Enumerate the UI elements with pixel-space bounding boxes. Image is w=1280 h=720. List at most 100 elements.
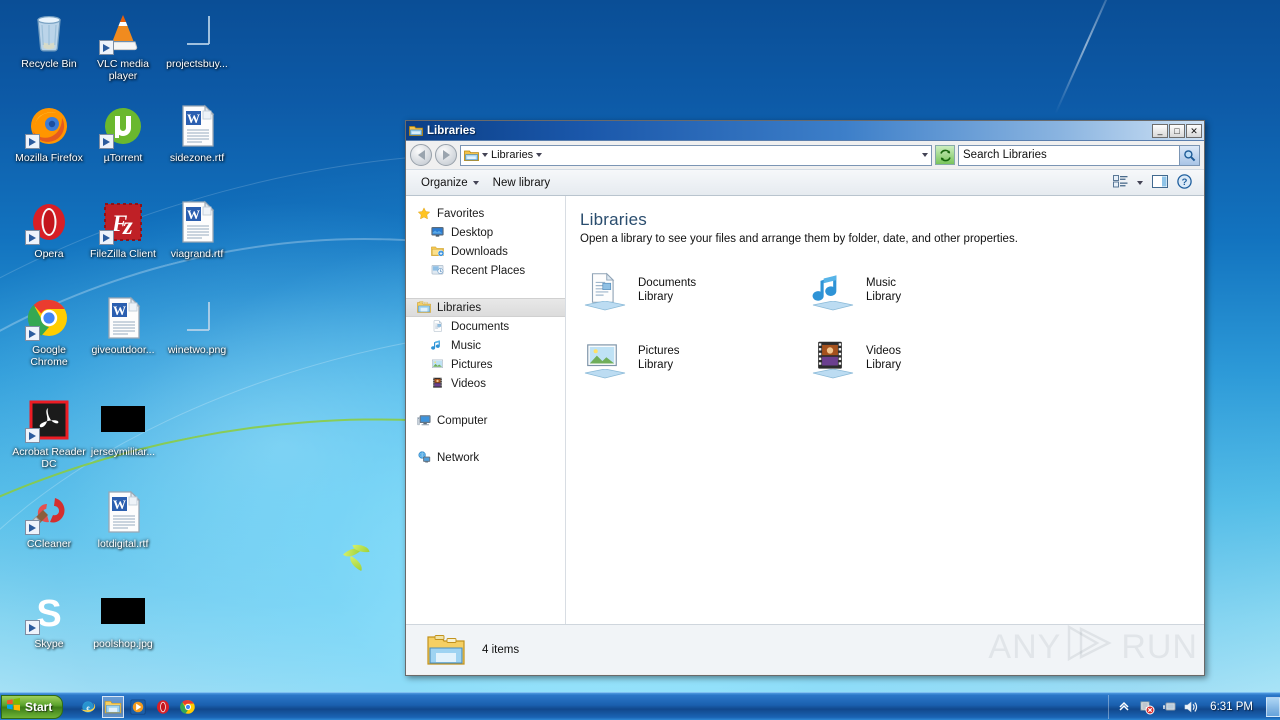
sidebar-item-recent-places[interactable]: Recent Places (406, 261, 565, 280)
chevron-down-icon[interactable] (536, 153, 543, 157)
library-tile-kind: Library (866, 291, 902, 303)
organize-button[interactable]: Organize (414, 174, 486, 192)
sidebar-item-network[interactable]: Network (406, 448, 565, 467)
desktop-icon-sidezone-rtf[interactable]: Wsidezone.rtf (160, 102, 234, 164)
desktop-icon-torrent[interactable]: µTorrent (86, 102, 160, 164)
svg-text:W: W (187, 207, 200, 222)
library-tile-documents[interactable]: Documents Library (580, 267, 808, 313)
search-box[interactable] (958, 144, 1200, 166)
breadcrumb[interactable]: Libraries (460, 144, 932, 166)
new-library-button[interactable]: New library (486, 174, 558, 192)
desktop-icon-filezilla-client[interactable]: Fz FileZilla Client (86, 198, 160, 260)
command-bar[interactable]: Organize New library ? (406, 169, 1204, 196)
refresh-icon[interactable] (935, 145, 955, 165)
sidebar-item-favorites[interactable]: Favorites (406, 204, 565, 223)
taskbar-clock[interactable]: 6:31 PM (1205, 701, 1258, 713)
sidebar-item-downloads[interactable]: Downloads (406, 242, 565, 261)
watermark-right-text: RUN (1121, 628, 1198, 666)
desktop-icon-acrobat-reader-dc[interactable]: Acrobat Reader DC (12, 396, 86, 470)
window-title-bar[interactable]: Libraries – □ ✕ (406, 121, 1204, 141)
desktop-icon-projectsbuy[interactable]: projectsbuy... (160, 8, 234, 70)
sidebar-item-libraries[interactable]: Libraries (406, 298, 565, 317)
desktop-icon-lotdigital-rtf[interactable]: Wlotdigital.rtf (86, 488, 160, 550)
desktop-icon-skype[interactable]: S Skype (12, 588, 86, 650)
navigation-pane[interactable]: Favorites Desktop Downloads Recent Places Li… (406, 196, 566, 624)
desktop-icon-opera[interactable]: Opera (12, 198, 86, 260)
play-triangle-icon (1063, 623, 1119, 672)
minimize-button[interactable]: – (1152, 123, 1168, 139)
address-history-dropdown-icon[interactable] (922, 153, 928, 157)
desktop-icon-ccleaner[interactable]: CCleaner (12, 488, 86, 550)
page-subtitle: Open a library to see your files and arr… (580, 233, 1018, 245)
desktop-icon-jerseymilitar[interactable]: jerseymilitar... (86, 396, 160, 458)
content-pane[interactable]: Libraries Open a library to see your fil… (566, 196, 1204, 624)
volume-icon[interactable] (1183, 699, 1199, 715)
back-arrow-icon[interactable] (410, 144, 432, 166)
desktop-icon-label: Google Chrome (30, 344, 68, 368)
show-hidden-icons-icon[interactable] (1117, 699, 1133, 715)
status-bar: 4 items ANY RUN (406, 624, 1204, 674)
forward-arrow-icon[interactable] (435, 144, 457, 166)
desktop-icon-giveoutdoor[interactable]: Wgiveoutdoor... (86, 294, 160, 356)
system-tray[interactable]: 6:31 PM (1108, 694, 1262, 719)
search-icon[interactable] (1179, 145, 1199, 165)
change-view-icon[interactable] (1113, 174, 1128, 191)
show-desktop-button[interactable] (1266, 696, 1280, 717)
sidebar-item-desktop[interactable]: Desktop (406, 223, 565, 242)
black-thumbnail-icon (99, 588, 147, 636)
libraries-folder-icon (464, 149, 479, 162)
sidebar-item-documents[interactable]: Documents (406, 317, 565, 336)
watermark-left-text: ANY (988, 628, 1062, 666)
desktop-icon-poolshop-jpg[interactable]: poolshop.jpg (86, 588, 160, 650)
music-library-icon (430, 338, 446, 353)
library-tile-name: Pictures (638, 345, 680, 357)
maximize-button[interactable]: □ (1169, 123, 1185, 138)
breadcrumb-label[interactable]: Libraries (491, 149, 533, 161)
search-input[interactable] (963, 149, 1179, 161)
library-tile-videos[interactable]: Videos Library (808, 335, 1036, 381)
desktop-icon-mozilla-firefox[interactable]: Mozilla Firefox (12, 102, 86, 164)
desktop-icon-vlc-media-player[interactable]: VLC media player (86, 8, 160, 82)
address-bar[interactable]: Libraries (406, 141, 1204, 169)
close-button[interactable]: ✕ (1186, 123, 1202, 138)
library-tile-pictures[interactable]: Pictures Library (580, 335, 808, 381)
library-tile-music[interactable]: Music Library (808, 267, 1036, 313)
sidebar-item-label: Recent Places (451, 264, 526, 277)
desktop-icon-label: projectsbuy... (166, 58, 228, 70)
command-bar-right-group: ? (1113, 173, 1196, 192)
sidebar-item-label: Pictures (451, 358, 493, 371)
sidebar-item-videos[interactable]: Videos (406, 374, 565, 393)
documents-library-icon (582, 269, 628, 311)
action-center-icon[interactable] (1139, 699, 1155, 715)
taskbar-chrome-icon[interactable] (177, 696, 199, 718)
desktop-icon-label: Mozilla Firefox (15, 152, 83, 164)
sidebar-item-pictures[interactable]: Pictures (406, 355, 565, 374)
desktop-icon-winetwo-png[interactable]: winetwo.png (160, 294, 234, 356)
taskbar[interactable]: Start e 6:31 PM (0, 692, 1280, 720)
taskbar-opera-icon[interactable] (152, 696, 174, 718)
sidebar-item-computer[interactable]: Computer (406, 411, 565, 430)
library-tile-kind: Library (638, 359, 674, 371)
preview-pane-icon[interactable] (1152, 174, 1168, 191)
taskbar-windows-explorer-icon[interactable] (102, 695, 125, 718)
taskbar-internet-explorer-icon[interactable]: e (77, 696, 99, 718)
chevron-down-icon[interactable] (1137, 180, 1143, 185)
windows-explorer-window[interactable]: Libraries – □ ✕ Libraries Search Librari… (405, 120, 1205, 676)
network-tray-icon[interactable] (1161, 699, 1177, 715)
chevron-down-icon[interactable] (482, 153, 488, 157)
svg-text:W: W (113, 497, 126, 512)
desktop-icon-label: viagrand.rtf (170, 248, 224, 260)
quick-launch-bar[interactable]: e (77, 695, 199, 718)
library-tile-name: Videos (866, 345, 901, 357)
sidebar-item-music[interactable]: Music (406, 336, 565, 355)
desktop-icon-label: giveoutdoor... (91, 344, 155, 356)
desktop-icon-google-chrome[interactable]: Google Chrome (12, 294, 86, 368)
taskbar-media-player-icon[interactable] (127, 696, 149, 718)
desktop-icon-viagrand-rtf[interactable]: Wviagrand.rtf (160, 198, 234, 260)
sidebar-item-label: Music (451, 339, 482, 352)
videos-library-icon (430, 376, 446, 391)
help-icon[interactable]: ? (1177, 173, 1192, 192)
desktop-icon-recycle-bin[interactable]: Recycle Bin (12, 8, 86, 70)
start-button[interactable]: Start (1, 694, 64, 719)
organize-label: Organize (421, 176, 468, 189)
